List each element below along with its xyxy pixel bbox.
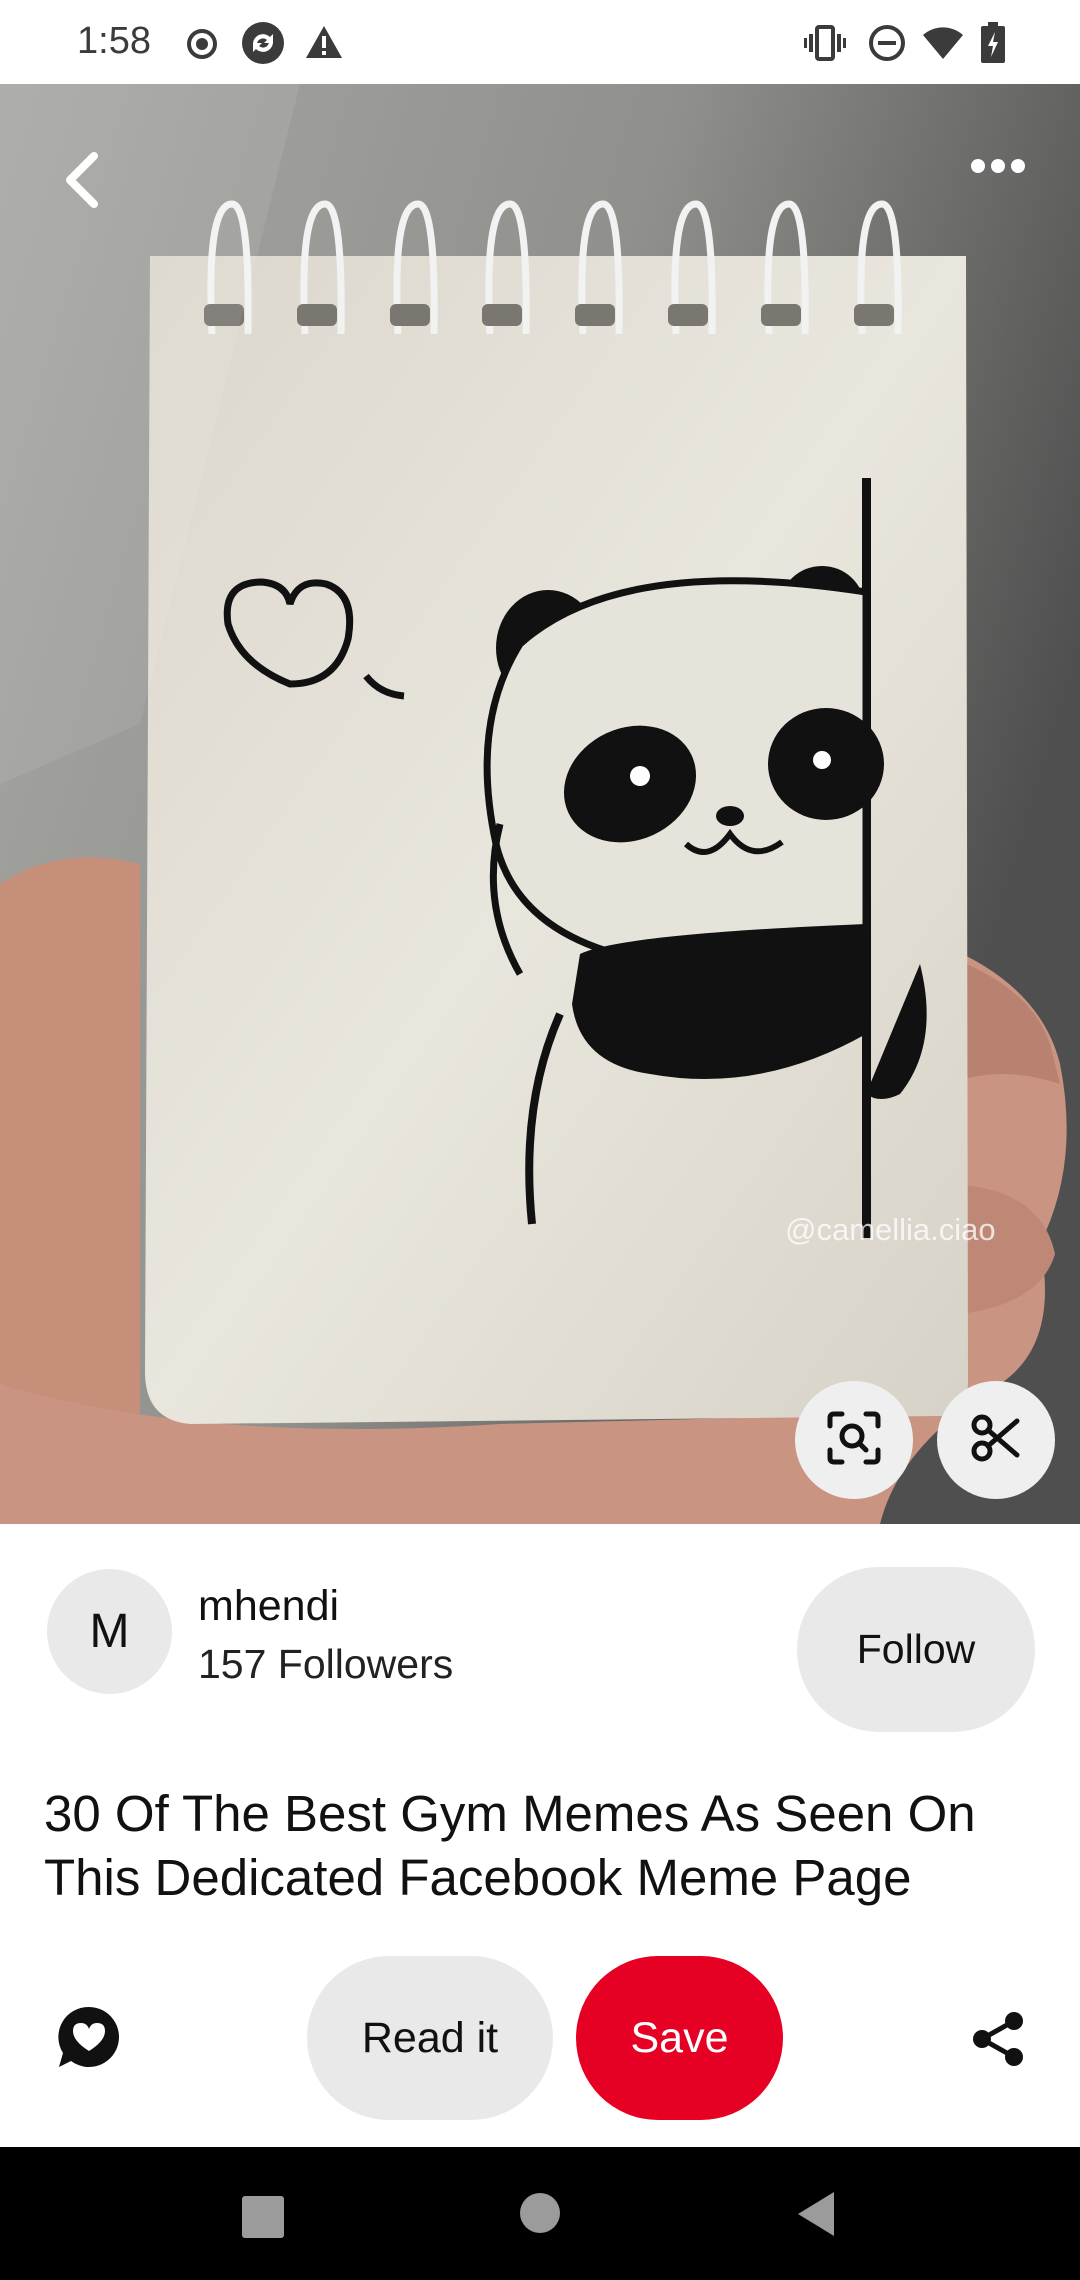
read-it-button[interactable]: Read it xyxy=(307,1956,553,2120)
wifi-icon xyxy=(922,26,964,65)
cut-button[interactable] xyxy=(937,1381,1055,1499)
battery-icon xyxy=(980,22,1006,69)
status-time: 1:58 xyxy=(77,20,151,62)
pin-title: 30 Of The Best Gym Memes As Seen On This… xyxy=(44,1785,976,1906)
scissors-icon xyxy=(971,1413,1021,1468)
more-options-icon[interactable] xyxy=(968,154,1028,183)
status-bar: 1:58 xyxy=(0,0,1080,84)
sync-icon xyxy=(240,20,286,71)
follow-label: Follow xyxy=(856,1626,976,1672)
creator-row: M mhendi 157 Followers Follow xyxy=(0,1524,1080,1732)
back-triangle-icon[interactable] xyxy=(796,2190,836,2243)
share-icon[interactable] xyxy=(970,2011,1026,2072)
avatar[interactable]: M xyxy=(47,1569,172,1694)
comment-heart-icon[interactable] xyxy=(57,2005,121,2074)
avatar-letter: M xyxy=(89,1605,130,1658)
read-it-label: Read it xyxy=(361,2013,499,2062)
visual-search-icon xyxy=(826,1410,882,1471)
do-not-disturb-icon xyxy=(868,24,906,67)
save-label: Save xyxy=(630,2013,729,2062)
visual-search-button[interactable] xyxy=(795,1381,913,1499)
record-icon xyxy=(186,28,218,65)
follower-count: 157 Followers xyxy=(198,1641,454,1687)
recents-square-icon[interactable] xyxy=(242,2196,284,2243)
watermark: @camellia.ciao xyxy=(785,1212,996,1247)
panda-notebook-photo xyxy=(0,84,1080,1524)
warning-icon xyxy=(304,24,344,65)
pin-image[interactable]: @camellia.ciao xyxy=(0,84,1080,1524)
vibrate-icon xyxy=(804,24,846,67)
back-arrow-icon[interactable] xyxy=(58,150,102,215)
home-circle-icon[interactable] xyxy=(519,2192,561,2239)
system-nav-bar xyxy=(0,2147,1080,2280)
save-button[interactable]: Save xyxy=(576,1956,783,2120)
follow-button[interactable]: Follow xyxy=(797,1567,1035,1732)
creator-name[interactable]: mhendi xyxy=(198,1582,339,1631)
